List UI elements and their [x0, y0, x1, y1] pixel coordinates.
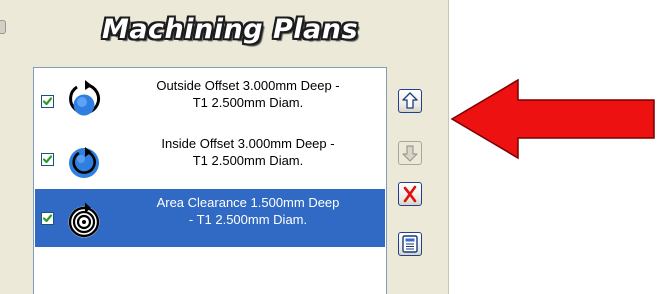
plan-item-area-clearance[interactable]: Area Clearance 1.500mm Deep - T1 2.500mm… [35, 189, 385, 247]
plan-description: Area Clearance 1.500mm Deep - T1 2.500mm… [111, 194, 385, 228]
up-arrow-icon [402, 92, 418, 109]
checkmark-icon [42, 214, 53, 223]
plan-checkbox[interactable] [41, 212, 54, 225]
move-down-button[interactable] [398, 141, 422, 165]
panel-collapse-handle[interactable] [0, 20, 6, 34]
outside-offset-icon [69, 80, 101, 116]
plan-description: Outside Offset 3.000mm Deep - T1 2.500mm… [111, 77, 385, 111]
move-up-button[interactable] [398, 89, 422, 113]
plan-description-line1: Area Clearance 1.500mm Deep [156, 195, 340, 210]
inside-offset-icon [69, 147, 99, 178]
plan-description-line2: - T1 2.500mm Diam. [188, 212, 308, 227]
screenshot: Machining Plans Outside Offset 3.000mm D… [0, 0, 657, 294]
annotation-arrow-icon [450, 78, 655, 160]
delete-button[interactable] [398, 182, 422, 206]
plan-item-outside-offset[interactable]: Outside Offset 3.000mm Deep - T1 2.500mm… [35, 72, 385, 130]
plan-description-line2: T1 2.500mm Diam. [192, 95, 304, 110]
checkmark-icon [42, 97, 53, 106]
plan-description-line1: Outside Offset 3.000mm Deep - [156, 78, 340, 93]
plan-description-line1: Inside Offset 3.000mm Deep - [161, 136, 335, 151]
plan-checkbox[interactable] [41, 153, 54, 166]
properties-button[interactable] [398, 232, 422, 256]
red-x-icon [403, 185, 417, 203]
sheet-icon [402, 235, 418, 253]
plan-description: Inside Offset 3.000mm Deep - T1 2.500mm … [111, 135, 385, 169]
machining-plans-list[interactable]: Outside Offset 3.000mm Deep - T1 2.500mm… [33, 67, 387, 294]
machining-plans-panel: Machining Plans Outside Offset 3.000mm D… [0, 0, 449, 294]
checkmark-icon [42, 155, 53, 164]
plan-description-line2: T1 2.500mm Diam. [192, 153, 304, 168]
plan-item-inside-offset[interactable]: Inside Offset 3.000mm Deep - T1 2.500mm … [35, 130, 385, 188]
down-arrow-icon [402, 145, 418, 162]
area-clearance-icon [68, 202, 100, 238]
plan-checkbox[interactable] [41, 95, 54, 108]
panel-title: Machining Plans [101, 14, 359, 45]
